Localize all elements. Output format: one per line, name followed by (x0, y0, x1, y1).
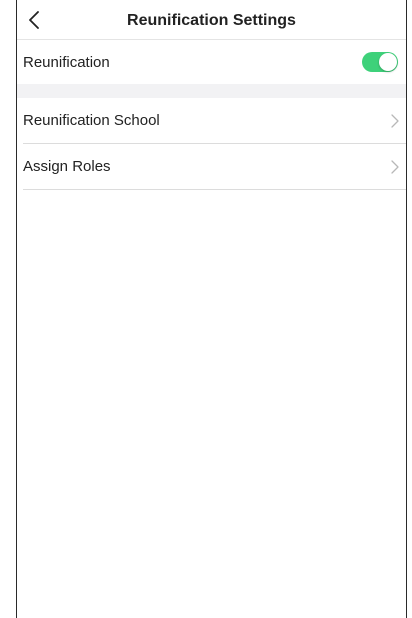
reunification-row: Reunification (23, 40, 406, 84)
assign-roles-label: Assign Roles (23, 158, 111, 175)
reunification-settings-screen: Reunification Settings Reunification Reu… (16, 0, 407, 618)
reunification-school-row[interactable]: Reunification School (23, 98, 406, 144)
section-divider (17, 84, 406, 98)
reunification-label: Reunification (23, 53, 110, 71)
toggle-knob (379, 53, 397, 71)
navigation-header: Reunification Settings (17, 0, 406, 40)
chevron-left-icon (29, 11, 39, 29)
chevron-right-icon (391, 113, 399, 128)
assign-roles-row[interactable]: Assign Roles (23, 144, 406, 190)
reunification-school-label: Reunification School (23, 112, 160, 129)
back-button[interactable] (21, 6, 47, 34)
page-title: Reunification Settings (127, 12, 296, 29)
reunification-toggle[interactable] (362, 52, 398, 72)
chevron-right-icon (391, 159, 399, 174)
